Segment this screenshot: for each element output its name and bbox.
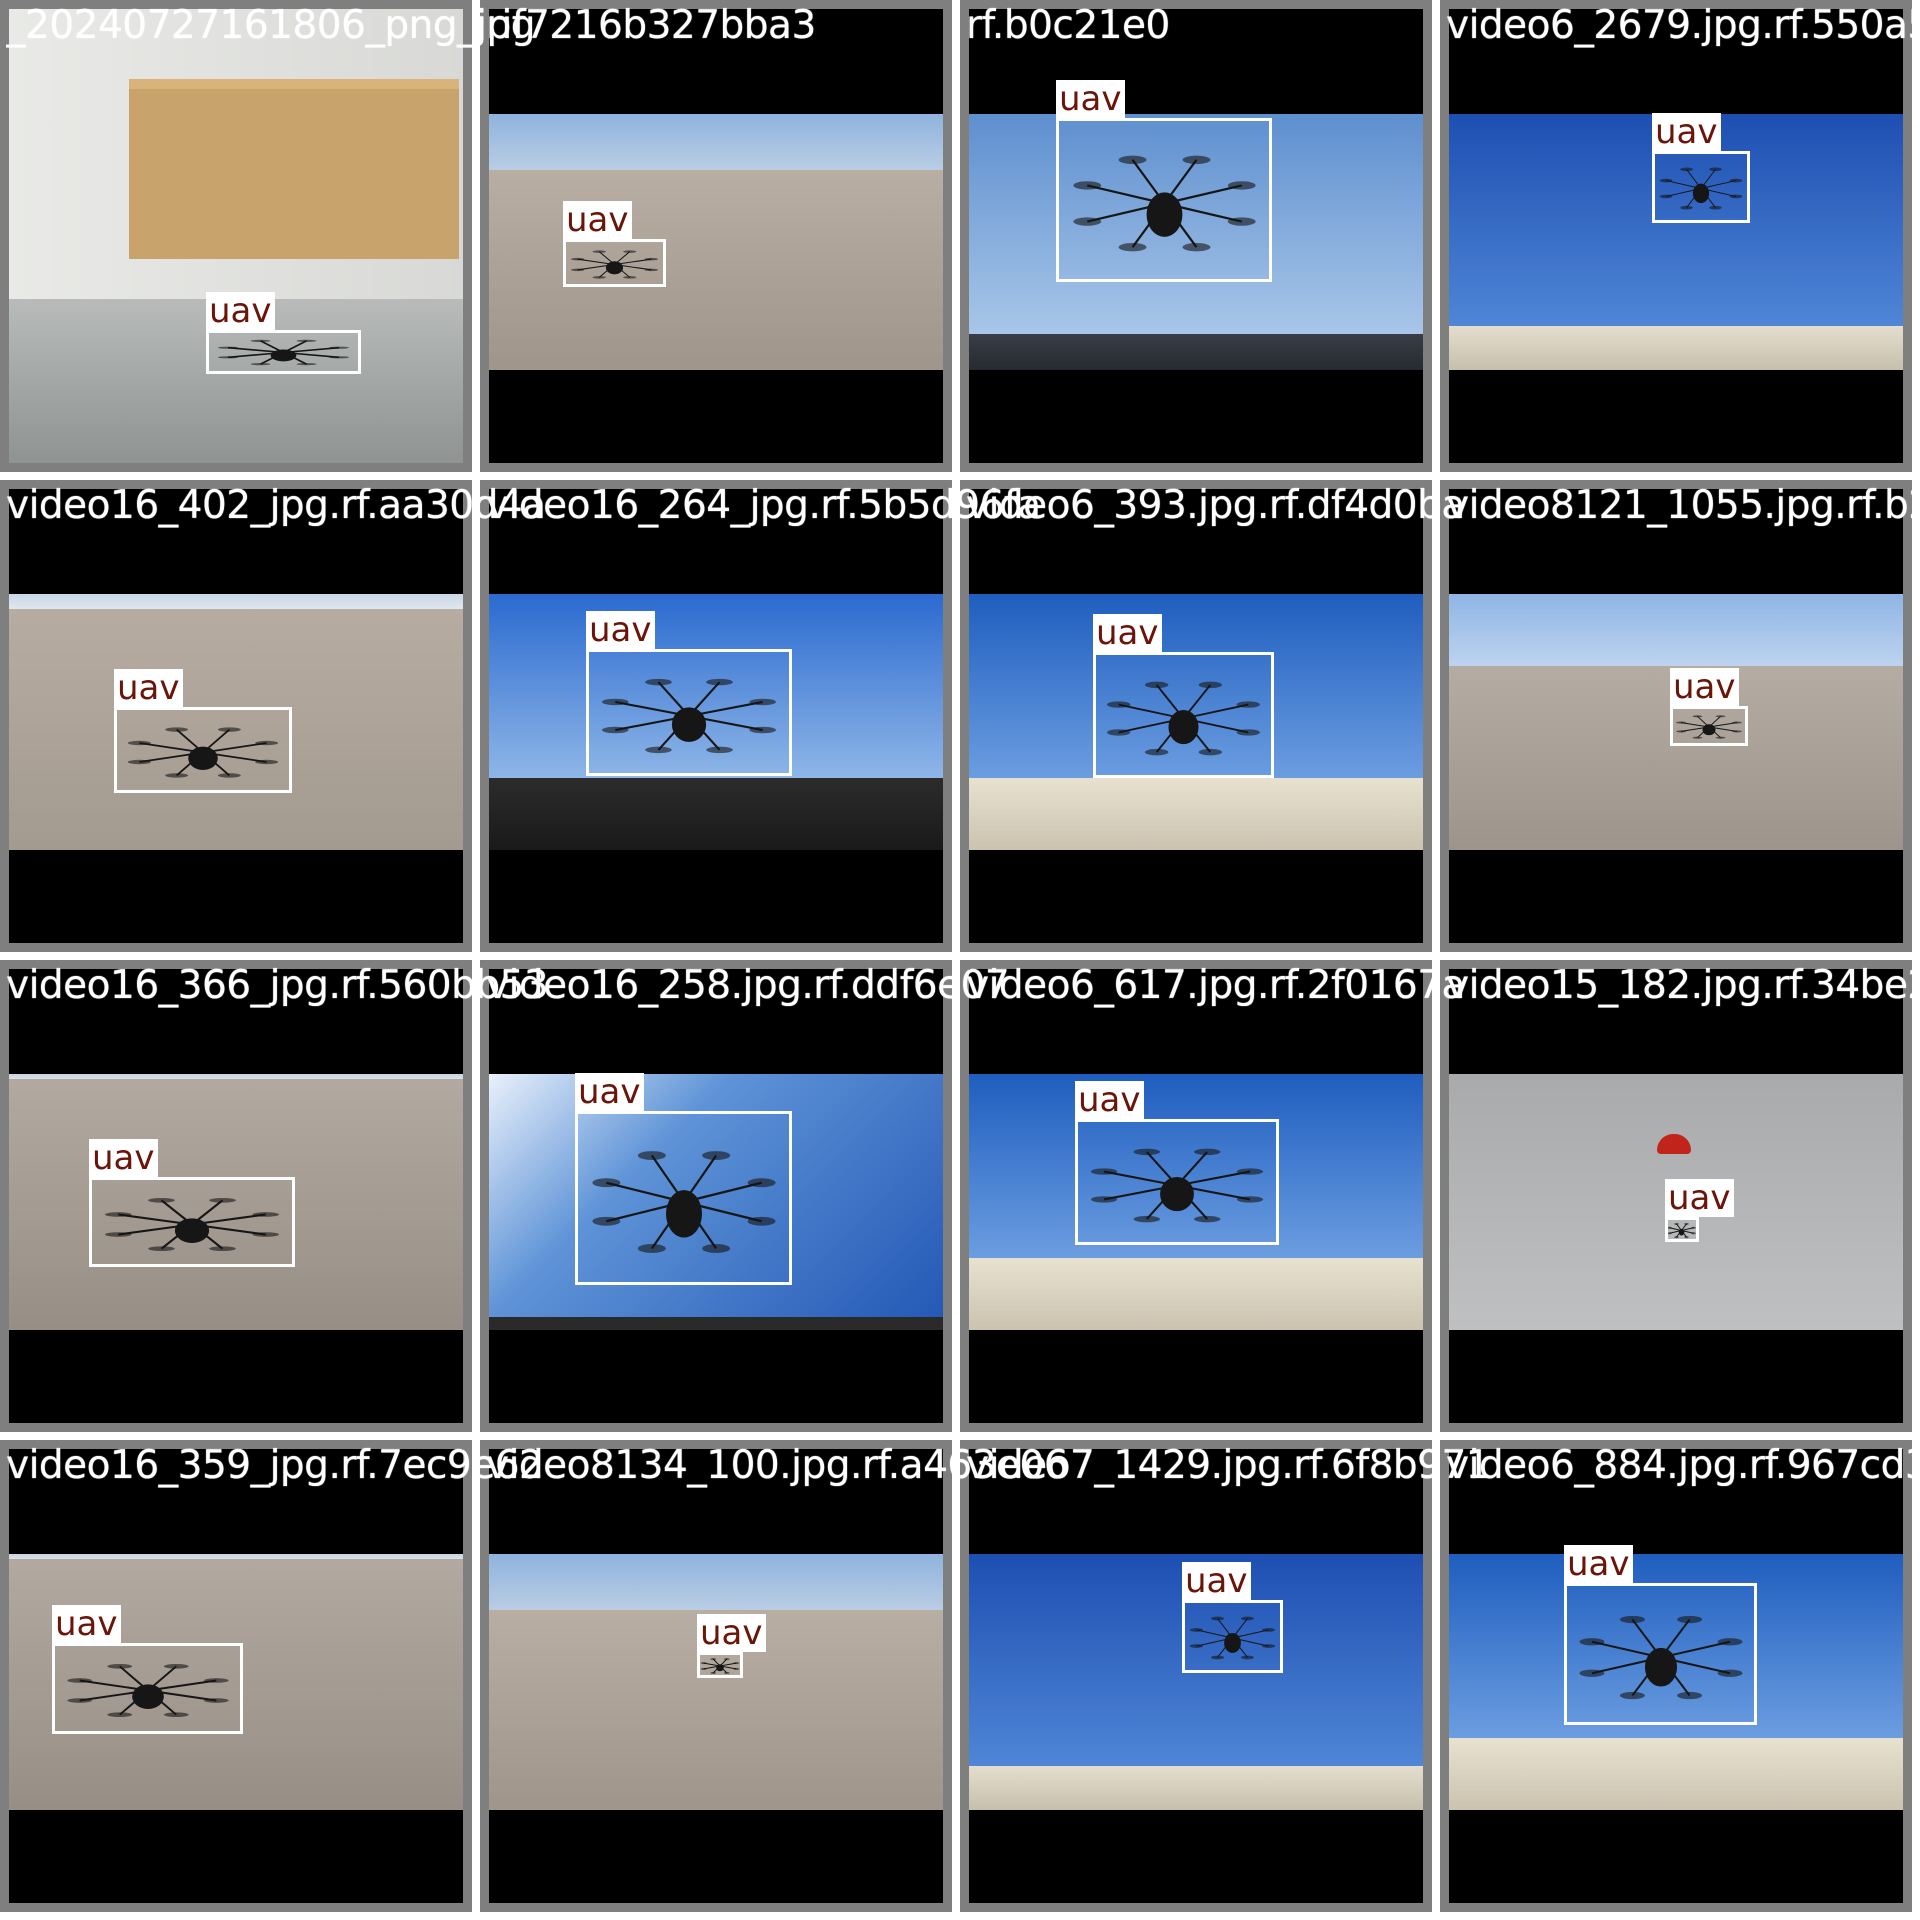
detection-label: uav: [1075, 1081, 1144, 1119]
tile-filename: video16_366_jpg.rf.560bb53: [6, 964, 549, 1008]
tile-filename: video6_393.jpg.rf.df4d0ba: [966, 484, 1465, 528]
tile-filename: video6_884.jpg.rf.967cd3e: [1446, 1444, 1920, 1488]
detection-box: uav: [586, 611, 792, 776]
detection-label: uav: [1056, 80, 1125, 118]
detection-label: uav: [1182, 1562, 1251, 1600]
image-tile: uav: [1440, 480, 1912, 952]
tile-filename: video16_359_jpg.rf.7ec9e62: [6, 1444, 544, 1488]
detection-box: uav: [697, 1614, 766, 1678]
photo-content: [489, 114, 943, 370]
detection-box: uav: [575, 1073, 792, 1285]
tile-image: uav: [489, 1449, 943, 1903]
tile-image: uav: [9, 9, 463, 463]
detection-label: uav: [1093, 614, 1162, 652]
detection-label: uav: [52, 1605, 121, 1643]
detection-box: uav: [1564, 1545, 1757, 1725]
detection-box: uav: [1652, 113, 1750, 223]
detection-box: uav: [1056, 80, 1272, 282]
detection-mosaic: uav uav uav uav uav uav uav uav uav uav uav uav uav u…: [0, 0, 1920, 1920]
detection-label: uav: [1665, 1179, 1734, 1217]
image-tile: uav: [480, 480, 952, 952]
image-tile: uav: [1440, 0, 1912, 472]
tile-filename: video8121_1055.jpg.rf.b207284: [1446, 484, 1920, 528]
tile-image: uav: [1449, 1449, 1903, 1903]
tile-image: uav: [969, 1449, 1423, 1903]
detection-box: uav: [563, 201, 666, 287]
image-tile: uav: [960, 0, 1432, 472]
tile-image: uav: [1449, 9, 1903, 463]
tile-image: uav: [489, 969, 943, 1423]
tile-image: uav: [1449, 969, 1903, 1423]
image-tile: uav: [1440, 1440, 1912, 1912]
tile-image: uav: [489, 489, 943, 943]
tile-image: uav: [969, 969, 1423, 1423]
detection-label: uav: [586, 611, 655, 649]
tile-image: uav: [969, 489, 1423, 943]
tile-image: uav: [969, 9, 1423, 463]
tile-filename: rf.b0c21e0: [966, 4, 1170, 48]
detection-box: uav: [1075, 1081, 1279, 1245]
tile-filename: video7_1429.jpg.rf.6f8b971: [966, 1444, 1491, 1488]
tile-filename: video6_2679.jpg.rf.550a5bca: [1446, 4, 1920, 48]
detection-label: uav: [89, 1139, 158, 1177]
image-tile: uav: [960, 1440, 1432, 1912]
detection-box: uav: [1182, 1562, 1283, 1673]
detection-label: uav: [114, 669, 183, 707]
image-tile: uav: [480, 960, 952, 1432]
photo-content: [9, 9, 463, 463]
detection-box: uav: [1670, 668, 1748, 746]
tile-image: uav: [9, 1449, 463, 1903]
tile-filename: video16_264_jpg.rf.5b5d96fa: [486, 484, 1041, 528]
detection-label: uav: [1652, 113, 1721, 151]
detection-box: uav: [89, 1139, 295, 1267]
photo-content: [489, 1554, 943, 1810]
image-tile: uav: [0, 1440, 472, 1912]
tile-image: uav: [9, 969, 463, 1423]
image-tile: uav: [0, 960, 472, 1432]
image-tile: uav: [960, 960, 1432, 1432]
image-tile: uav: [0, 0, 472, 472]
detection-label: uav: [1564, 1545, 1633, 1583]
tile-filename: rif7216b327bba3: [486, 4, 816, 48]
tile-filename: video16_258.jpg.rf.ddf6e07: [486, 964, 1010, 1008]
tile-filename: video6_617.jpg.rf.2f0167a: [966, 964, 1465, 1008]
tile-filename: _20240727161806_png_jpg: [6, 4, 535, 48]
detection-label: uav: [563, 201, 632, 239]
tile-image: uav: [9, 489, 463, 943]
detection-box: uav: [114, 669, 292, 793]
office-desk: [129, 79, 459, 259]
tile-image: uav: [1449, 489, 1903, 943]
image-tile: uav: [480, 0, 952, 472]
image-tile: uav: [960, 480, 1432, 952]
image-tile: uav: [0, 480, 472, 952]
detection-box: uav: [206, 292, 361, 374]
detection-label: uav: [206, 292, 275, 330]
detection-box: uav: [1665, 1179, 1734, 1242]
detection-label: uav: [697, 1614, 766, 1652]
image-tile: uav: [480, 1440, 952, 1912]
tile-image: uav: [489, 9, 943, 463]
detection-box: uav: [52, 1605, 243, 1734]
detection-box: uav: [1093, 614, 1274, 778]
tile-filename: video15_182.jpg.rf.34be221: [1446, 964, 1920, 1008]
tile-filename: video16_402_jpg.rf.aa30d4a: [6, 484, 546, 528]
detection-label: uav: [575, 1073, 644, 1111]
image-tile: uav: [1440, 960, 1912, 1432]
detection-label: uav: [1670, 668, 1739, 706]
